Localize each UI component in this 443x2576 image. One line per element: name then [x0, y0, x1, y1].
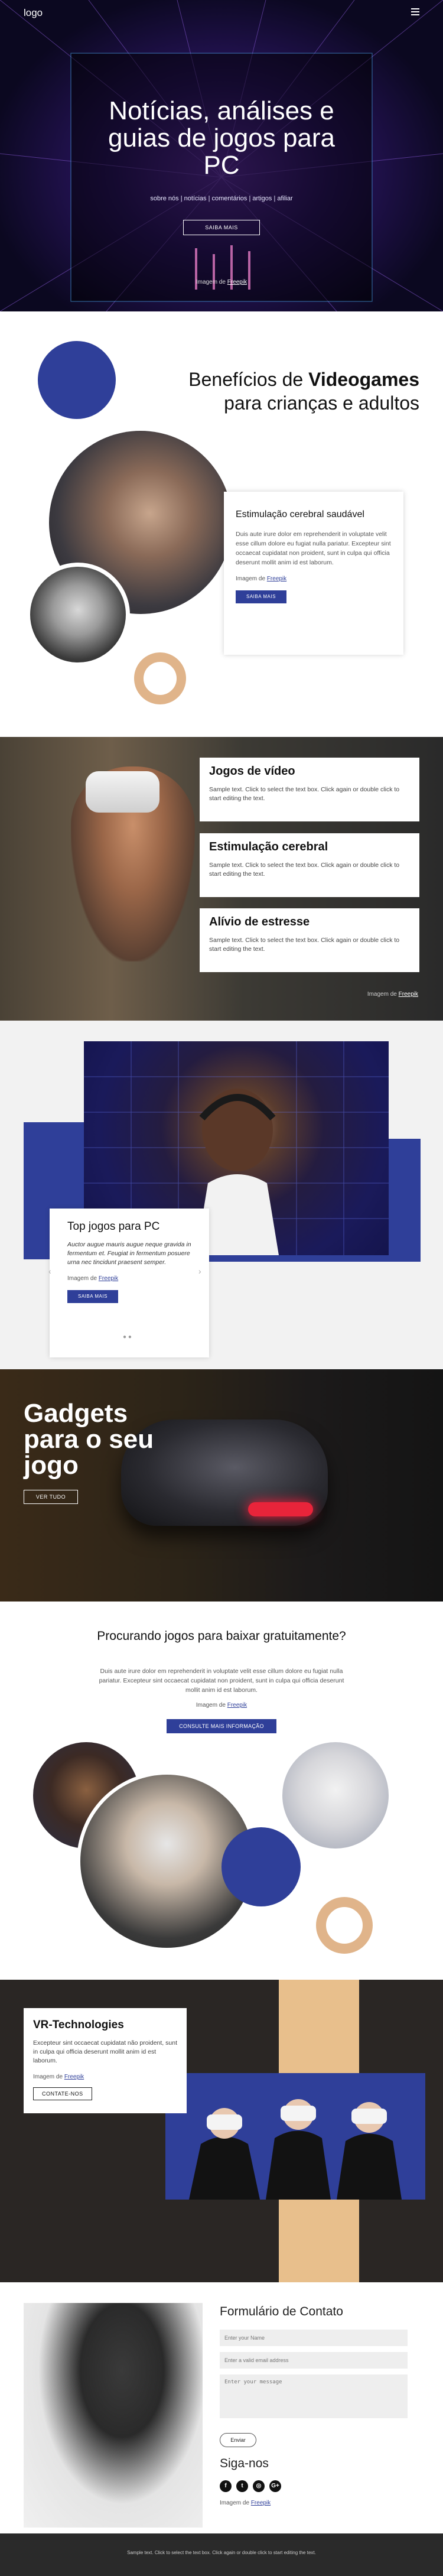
freepik-link[interactable]: Freepik: [267, 576, 286, 582]
gadgets-title: Gadgets para o seu jogo: [24, 1399, 154, 1480]
feature-card-title: Alívio de estresse: [209, 915, 310, 928]
benefits-learn-more-button[interactable]: SAIBA MAIS: [236, 590, 286, 603]
free-games-image-credit: Imagem de Freepik: [177, 1702, 266, 1708]
vr-headset-shape: [86, 771, 159, 813]
footer-text: Sample text. Click to select the text bo…: [127, 2550, 316, 2555]
vr-image-credit: Imagem de Freepik: [367, 991, 418, 998]
controller-hands-photo: [26, 563, 130, 667]
name-input[interactable]: [220, 2330, 408, 2346]
hero-image-credit: Imagem de Freepik: [177, 279, 266, 285]
google-plus-icon[interactable]: G+: [269, 2480, 281, 2492]
instagram-icon[interactable]: ◎: [253, 2480, 265, 2492]
feature-card-text: Sample text. Click to select the text bo…: [209, 937, 400, 953]
vr-technologies-title: VR-Technologies: [33, 2019, 124, 2031]
hamburger-menu-icon[interactable]: [411, 8, 419, 15]
facebook-icon[interactable]: f: [220, 2480, 232, 2492]
vr-woman-photo: [282, 1742, 389, 1849]
email-input[interactable]: [220, 2352, 408, 2369]
decorative-tan-ring: [316, 1897, 373, 1954]
benefits-card-text: Duis aute irure dolor em reprehenderit i…: [236, 531, 391, 566]
benefits-title: Benefícios de Videogames para crianças e …: [142, 368, 419, 415]
top-games-section: Top jogos para PC Auctor augue mauris au…: [0, 1021, 443, 1369]
contact-section: Formulário de Contato Enviar Siga-nos f …: [0, 2282, 443, 2533]
decorative-blue-circle: [222, 1827, 301, 1906]
feature-card-video-games: Jogos de vídeo Sample text. Click to sel…: [200, 758, 419, 821]
vr-technologies-text: Excepteur sint occaecat cupidatat não pr…: [33, 2039, 177, 2064]
credit-prefix: Imagem de: [196, 1702, 227, 1708]
decorative-blue-circle: [38, 341, 116, 419]
credit-prefix: Imagem de: [67, 1275, 99, 1282]
message-textarea[interactable]: [220, 2374, 408, 2418]
footer: Sample text. Click to select the text bo…: [0, 2533, 443, 2576]
carousel-prev-icon[interactable]: ‹: [48, 1267, 56, 1275]
credit-prefix: Imagem de: [33, 2074, 64, 2080]
contact-us-button[interactable]: CONTATE-NOS: [33, 2087, 92, 2100]
free-games-section: Procurando jogos para baixar gratuitamen…: [0, 1602, 443, 1980]
feature-card-title: Estimulação cerebral: [209, 840, 328, 853]
vr-technologies-section: VR-Technologies Excepteur sint occaecat …: [0, 1980, 443, 2282]
freepik-link[interactable]: Freepik: [99, 1275, 118, 1282]
credit-prefix: Imagem de: [196, 279, 227, 285]
social-icons: f t ◎ G+: [220, 2480, 281, 2492]
top-games-title: Top jogos para PC: [67, 1220, 160, 1233]
vr-technologies-image-credit: Imagem de Freepik: [33, 2074, 177, 2080]
benefits-card: Estimulação cerebral saudável Duis aute …: [224, 492, 403, 655]
controller-red-light: [248, 1502, 313, 1516]
free-games-title: Procurando jogos para baixar gratuitamen…: [97, 1629, 346, 1643]
feature-card-stress-relief: Alívio de estresse Sample text. Click to…: [200, 908, 419, 972]
feature-card-title: Jogos de vídeo: [209, 765, 295, 778]
benefits-title-bold: Videogames: [308, 369, 419, 390]
hero-title: Notícias, análises e guias de jogos para…: [108, 96, 335, 180]
free-games-text: Duis aute irure dolor em reprehenderit i…: [99, 1668, 344, 1694]
credit-prefix: Imagem de: [220, 2500, 251, 2506]
hero-learn-more-button[interactable]: SAIBA MAIS: [183, 220, 260, 235]
vr-group-people: [189, 2099, 402, 2200]
benefits-section: Benefícios de Videogames para crianças e …: [0, 311, 443, 737]
contact-image-credit: Imagem de Freepik: [220, 2500, 271, 2506]
freepik-link[interactable]: Freepik: [399, 991, 418, 998]
top-games-image-credit: Imagem de Freepik: [67, 1275, 191, 1282]
decorative-tan-ring: [134, 652, 186, 704]
freepik-link[interactable]: Freepik: [227, 1702, 247, 1708]
top-games-text: Auctor augue mauris augue neque gravida …: [67, 1241, 191, 1266]
vr-man-contact-photo: [24, 2303, 203, 2528]
view-all-button[interactable]: VER TUDO: [24, 1490, 78, 1504]
top-games-learn-more-button[interactable]: SAIBA MAIS: [67, 1290, 118, 1303]
vr-features-section: Jogos de vídeo Sample text. Click to sel…: [0, 737, 443, 1021]
top-navigation-bar: logo: [0, 0, 443, 26]
feature-card-text: Sample text. Click to select the text bo…: [209, 862, 400, 878]
submit-button[interactable]: Enviar: [220, 2433, 256, 2447]
freepik-link[interactable]: Freepik: [251, 2500, 271, 2506]
feature-card-text: Sample text. Click to select the text bo…: [209, 786, 400, 802]
credit-prefix: Imagem de: [367, 991, 399, 998]
freepik-link[interactable]: Freepik: [64, 2074, 84, 2080]
carousel-indicators[interactable]: ● ●: [123, 1334, 132, 1340]
carousel-next-icon[interactable]: ›: [198, 1267, 206, 1275]
benefits-image-credit: Imagem de Freepik: [236, 576, 392, 582]
gadgets-section: Gadgets para o seu jogo VER TUDO: [0, 1369, 443, 1602]
hero-tags: sobre nós | notícias | comentários | art…: [150, 195, 293, 202]
vr-technologies-card: VR-Technologies Excepteur sint occaecat …: [24, 2008, 187, 2113]
more-info-button[interactable]: CONSULTE MAIS INFORMAÇÃO: [167, 1719, 276, 1733]
feature-card-brain-stimulation: Estimulação cerebral Sample text. Click …: [200, 833, 419, 897]
site-logo[interactable]: logo: [24, 7, 43, 19]
benefits-card-title: Estimulação cerebral saudável: [236, 509, 364, 519]
hero-section: logo Notícias, análises e guias de jogos…: [0, 0, 443, 311]
benefits-title-post: para crianças e adultos: [224, 392, 419, 414]
credit-prefix: Imagem de: [236, 576, 267, 582]
follow-us-title: Siga-nos: [220, 2457, 269, 2470]
benefits-title-pre: Benefícios de: [188, 369, 309, 390]
contact-form-title: Formulário de Contato: [220, 2305, 343, 2318]
freepik-link[interactable]: Freepik: [227, 279, 247, 285]
twitter-icon[interactable]: t: [236, 2480, 248, 2492]
